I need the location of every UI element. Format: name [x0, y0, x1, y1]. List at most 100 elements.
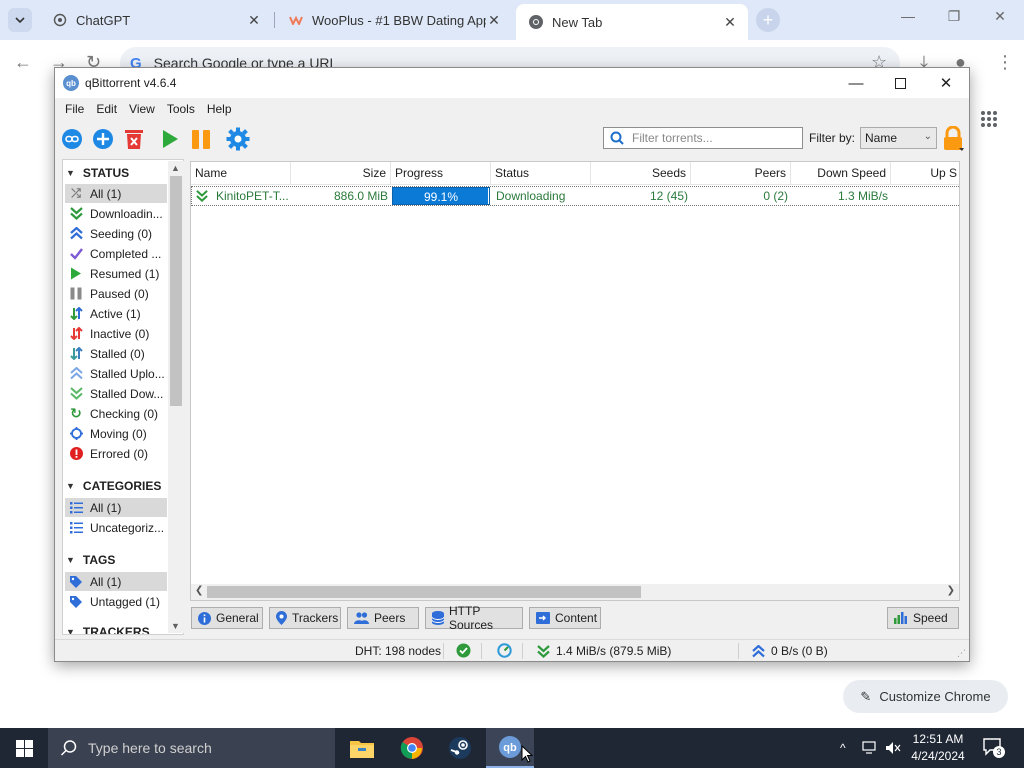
- sidebar-item-paused[interactable]: Paused (0): [65, 284, 167, 303]
- speed-button[interactable]: Speed: [887, 607, 959, 629]
- network-icon[interactable]: [862, 728, 878, 768]
- taskbar-file-explorer[interactable]: [338, 728, 386, 768]
- more-menu-icon[interactable]: ⋮: [996, 52, 1014, 73]
- close-tab-icon[interactable]: ✕: [246, 12, 262, 29]
- sidebar-item-active[interactable]: Active (1): [65, 304, 167, 323]
- filter-by-select[interactable]: Name ⌄: [860, 127, 937, 149]
- browser-tab-chatgpt[interactable]: ChatGPT ✕: [40, 6, 272, 34]
- browser-close-icon[interactable]: ✕: [980, 8, 1020, 32]
- resize-grip-icon[interactable]: ⋰: [957, 648, 966, 659]
- browser-minimize-icon[interactable]: —: [888, 8, 928, 32]
- maximize-icon[interactable]: [877, 68, 923, 98]
- sidebar-item-label: Untagged (1): [90, 594, 161, 609]
- close-tab-icon[interactable]: ✕: [486, 12, 502, 29]
- category-item-all[interactable]: All (1): [65, 498, 167, 517]
- column-header-status[interactable]: Status: [491, 162, 591, 185]
- horizontal-scroll-thumb[interactable]: [207, 586, 641, 598]
- menu-help[interactable]: Help: [201, 102, 238, 116]
- taskbar-search-placeholder: Type here to search: [88, 740, 212, 756]
- add-torrent-file-button[interactable]: [90, 126, 116, 152]
- taskbar-search-box[interactable]: Type here to search: [48, 728, 335, 768]
- menu-edit[interactable]: Edit: [90, 102, 123, 116]
- sidebar-item-moving[interactable]: Moving (0): [65, 424, 167, 443]
- pause-button[interactable]: [188, 126, 214, 152]
- sidebar-item-all[interactable]: ⤮ All (1): [65, 184, 167, 203]
- customize-chrome-button[interactable]: ✎ Customize Chrome: [843, 680, 1008, 713]
- remove-torrent-button[interactable]: [121, 126, 147, 152]
- show-hidden-icons[interactable]: ^: [840, 728, 846, 768]
- options-button[interactable]: [225, 126, 251, 152]
- browser-restore-icon[interactable]: ❐: [934, 8, 974, 32]
- sidebar-item-inactive[interactable]: Inactive (0): [65, 324, 167, 343]
- categories-section-header[interactable]: ▼ CATEGORIES: [66, 477, 161, 495]
- tags-section-header[interactable]: ▼ TAGS: [66, 551, 115, 569]
- back-arrow-icon[interactable]: ←: [14, 52, 32, 73]
- tab-search-button[interactable]: [8, 8, 32, 32]
- start-button[interactable]: [0, 728, 48, 768]
- taskbar-clock[interactable]: 12:51 AM 4/24/2024: [903, 731, 973, 765]
- upload-speed-status[interactable]: 0 B/s (0 B): [752, 644, 828, 658]
- filter-by-label: Filter by:: [809, 131, 856, 145]
- column-header-up-speed[interactable]: Up S: [891, 162, 959, 185]
- folder-content-icon: [536, 612, 550, 624]
- menu-view[interactable]: View: [123, 102, 161, 116]
- volume-muted-icon[interactable]: [885, 728, 901, 768]
- sidebar-item-seeding[interactable]: Seeding (0): [65, 224, 167, 243]
- scroll-left-icon[interactable]: ❮: [195, 585, 203, 596]
- category-item-uncategorized[interactable]: Uncategoriz...: [65, 518, 167, 537]
- scroll-up-icon[interactable]: ▲: [171, 163, 180, 173]
- chevron-down-icon: ⌄: [923, 131, 932, 142]
- tab-divider: [274, 12, 275, 28]
- sidebar-item-resumed[interactable]: Resumed (1): [65, 264, 167, 283]
- filter-torrents-input[interactable]: Filter torrents...: [603, 127, 803, 149]
- sidebar-item-stalled[interactable]: Stalled (0): [65, 344, 167, 363]
- sidebar-item-stalled-downloading[interactable]: Stalled Dow...: [65, 384, 167, 403]
- status-separator: [522, 643, 523, 659]
- new-tab-button[interactable]: +: [756, 8, 780, 32]
- close-tab-icon[interactable]: ✕: [722, 14, 738, 31]
- sidebar-item-errored[interactable]: Errored (0): [65, 444, 167, 463]
- menu-tools[interactable]: Tools: [161, 102, 201, 116]
- browser-tab-wooplus[interactable]: WooPlus - #1 BBW Dating App ✕: [276, 6, 512, 34]
- column-header-size[interactable]: Size: [291, 162, 391, 185]
- trackers-section-header[interactable]: ▼ TRACKERS: [66, 623, 150, 634]
- browser-tab-newtab[interactable]: New Tab ✕: [516, 4, 748, 40]
- column-header-peers[interactable]: Peers: [691, 162, 791, 185]
- scroll-right-icon[interactable]: ❯: [947, 585, 955, 596]
- status-section-header[interactable]: ▼ STATUS: [66, 164, 129, 182]
- add-torrent-link-button[interactable]: [59, 126, 85, 152]
- tag-item-all[interactable]: All (1): [65, 572, 167, 591]
- download-speed-status[interactable]: 1.4 MiB/s (879.5 MiB): [537, 644, 671, 658]
- connection-status-icon[interactable]: [456, 643, 471, 658]
- column-header-seeds[interactable]: Seeds: [591, 162, 691, 185]
- tab-trackers[interactable]: Trackers: [269, 607, 341, 629]
- sidebar-item-stalled-uploading[interactable]: Stalled Uplo...: [65, 364, 167, 383]
- tab-general[interactable]: General: [191, 607, 263, 629]
- close-icon[interactable]: ✕: [923, 68, 969, 98]
- lock-icon[interactable]: [941, 125, 965, 155]
- column-header-progress[interactable]: Progress: [391, 162, 491, 185]
- sidebar-item-completed[interactable]: Completed ...: [65, 244, 167, 263]
- scroll-down-icon[interactable]: ▼: [171, 621, 180, 631]
- column-header-name[interactable]: Name: [191, 162, 291, 185]
- apps-grid-icon[interactable]: [980, 110, 998, 133]
- taskbar-steam[interactable]: [436, 728, 484, 768]
- minimize-icon[interactable]: —: [833, 68, 879, 98]
- sidebar-item-checking[interactable]: ↻ Checking (0): [65, 404, 167, 423]
- sidebar-scroll-thumb[interactable]: [170, 176, 182, 406]
- notification-center-button[interactable]: 3: [982, 736, 1005, 758]
- tag-icon: [68, 594, 84, 610]
- tab-content[interactable]: Content: [529, 607, 601, 629]
- tag-item-untagged[interactable]: Untagged (1): [65, 592, 167, 611]
- tab-http-sources[interactable]: HTTP Sources: [425, 604, 523, 632]
- tag-icon: [68, 574, 84, 590]
- horizontal-scrollbar[interactable]: ❮ ❯: [191, 584, 959, 600]
- tab-peers[interactable]: Peers: [347, 607, 419, 629]
- sidebar-item-downloading[interactable]: Downloadin...: [65, 204, 167, 223]
- taskbar-chrome[interactable]: [388, 728, 436, 768]
- menu-file[interactable]: File: [59, 102, 90, 116]
- table-row[interactable]: KinitoPET-T... 886.0 MiB 99.1% Downloadi…: [191, 186, 959, 206]
- resume-button[interactable]: [157, 126, 183, 152]
- column-header-down-speed[interactable]: Down Speed: [791, 162, 891, 185]
- speed-limit-icon[interactable]: [497, 643, 512, 658]
